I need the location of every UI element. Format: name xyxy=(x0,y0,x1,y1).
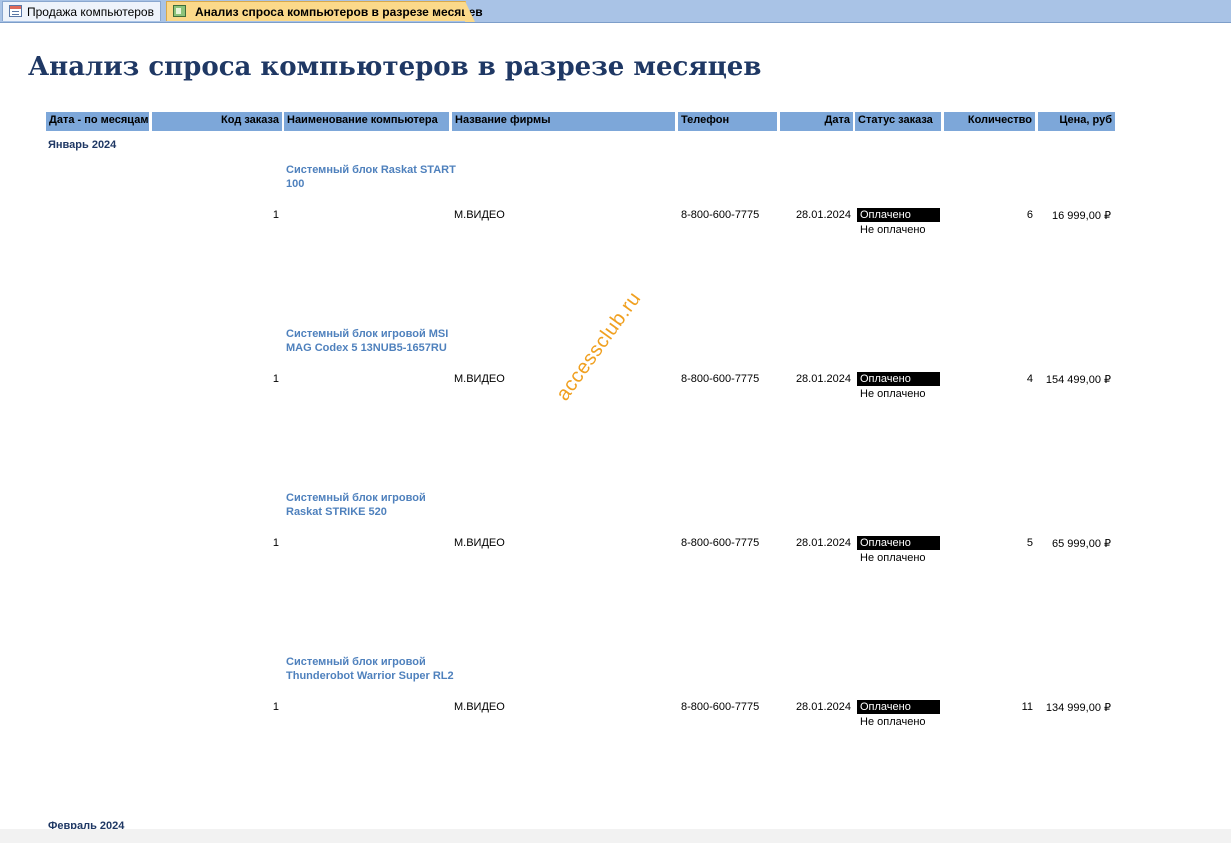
column-header-phone: Телефон xyxy=(678,112,777,131)
company-name: М.ВИДЕО xyxy=(454,373,505,385)
company-name: М.ВИДЕО xyxy=(454,537,505,549)
column-header-quantity: Количество xyxy=(944,112,1035,131)
order-date: 28.01.2024 xyxy=(795,373,851,385)
status-selected: Оплачено xyxy=(857,700,940,714)
column-header-order-id: Код заказа xyxy=(152,112,282,131)
quantity: 6 xyxy=(1026,209,1033,221)
column-header-month: Дата - по месяцам xyxy=(46,112,149,131)
column-header-date: Дата xyxy=(780,112,853,131)
document-tab-bar: Продажа компьютеров Анализ спроса компью… xyxy=(0,0,1231,23)
price: 65 999,00 ₽ xyxy=(1052,538,1111,550)
status-selected: Оплачено xyxy=(857,372,940,386)
company-name: М.ВИДЕО xyxy=(454,209,505,221)
order-date: 28.01.2024 xyxy=(795,701,851,713)
column-header-company: Название фирмы xyxy=(452,112,675,131)
column-header-status: Статус заказа xyxy=(855,112,941,131)
report-icon xyxy=(173,5,186,17)
phone: 8-800-600-7775 xyxy=(681,537,760,549)
order-id: 1 xyxy=(272,373,279,385)
tab-demand-report[interactable]: Анализ спроса компьютеров в разрезе меся… xyxy=(166,1,483,22)
status-option: Не оплачено xyxy=(860,716,926,728)
phone: 8-800-600-7775 xyxy=(681,209,760,221)
price: 16 999,00 ₽ xyxy=(1052,210,1111,222)
phone: 8-800-600-7775 xyxy=(681,373,760,385)
status-option: Не оплачено xyxy=(860,224,926,236)
price: 134 999,00 ₽ xyxy=(1045,702,1111,714)
tab-label: Анализ спроса компьютеров в разрезе меся… xyxy=(195,5,483,19)
tab-computer-sales[interactable]: Продажа компьютеров xyxy=(2,1,161,21)
column-header-price: Цена, руб xyxy=(1038,112,1115,131)
status-option: Не оплачено xyxy=(860,388,926,400)
price: 154 499,00 ₽ xyxy=(1045,374,1111,386)
quantity: 11 xyxy=(1021,701,1033,713)
horizontal-scroll-area xyxy=(0,829,1231,843)
column-header-computer: Наименование компьютера xyxy=(284,112,449,131)
status-selected: Оплачено xyxy=(857,536,940,550)
order-id: 1 xyxy=(272,537,279,549)
form-icon xyxy=(9,5,22,17)
company-name: М.ВИДЕО xyxy=(454,701,505,713)
status-option: Не оплачено xyxy=(860,552,926,564)
computer-name: Системный блок игровой Thunderobot Warri… xyxy=(286,656,454,682)
order-id: 1 xyxy=(272,701,279,713)
order-date: 28.01.2024 xyxy=(795,537,851,549)
phone: 8-800-600-7775 xyxy=(681,701,760,713)
computer-name: Системный блок игровой Raskat STRIKE 520 xyxy=(286,492,426,518)
watermark: accessclub.ru xyxy=(552,287,646,405)
quantity: 4 xyxy=(1026,373,1033,385)
order-id: 1 xyxy=(272,209,279,221)
tab-label: Продажа компьютеров xyxy=(27,5,154,19)
report-title: Анализ спроса компьютеров в разрезе меся… xyxy=(28,52,762,82)
computer-name: Системный блок Raskat START 100 xyxy=(286,164,456,190)
quantity: 5 xyxy=(1026,537,1033,549)
computer-name: Системный блок игровой MSI MAG Codex 5 1… xyxy=(286,328,449,354)
status-selected: Оплачено xyxy=(857,208,940,222)
order-date: 28.01.2024 xyxy=(795,209,851,221)
group-header-month: Январь 2024 xyxy=(48,139,117,151)
